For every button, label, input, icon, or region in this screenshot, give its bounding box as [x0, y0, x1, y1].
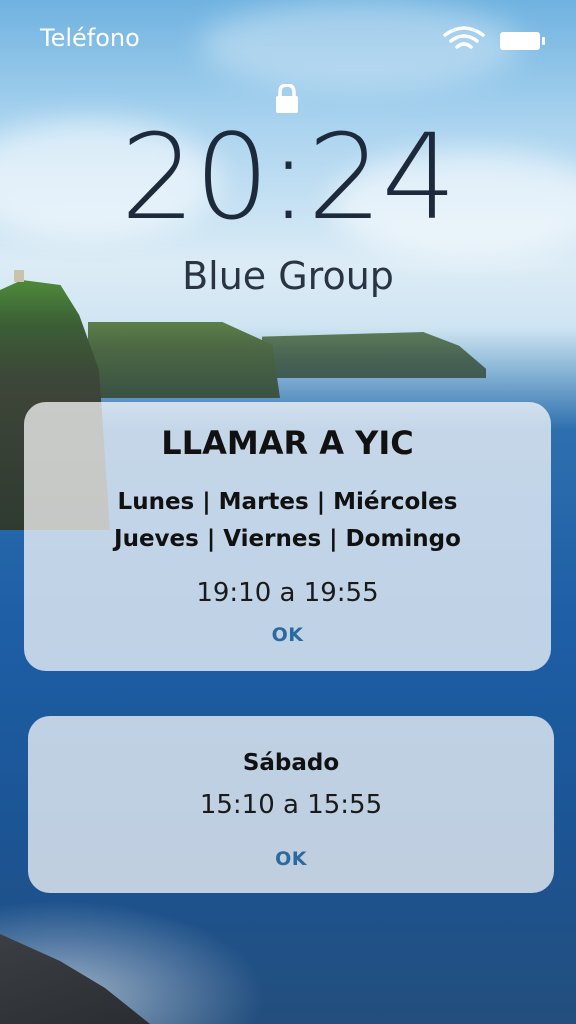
owner-name: Blue Group	[182, 254, 394, 298]
wifi-icon	[442, 26, 486, 56]
ok-button[interactable]: OK	[275, 848, 307, 870]
notification-days-line: Lunes | Martes | Miércoles	[117, 489, 458, 515]
lock-clock: 20:24	[120, 108, 456, 246]
notification-title: Sábado	[242, 750, 340, 776]
notification-card-saturday[interactable]: Sábado 15:10 a 15:55 OK	[28, 716, 554, 893]
notification-days-line: Jueves | Viernes | Domingo	[114, 526, 461, 552]
notification-time: 15:10 a 15:55	[199, 790, 383, 820]
notification-card-weekday[interactable]: LLAMAR A YIC Lunes | Martes | Miércoles …	[24, 402, 551, 671]
lock-screen: Teléfono 20:24 Blue Group LLAMAR A YIC L…	[0, 0, 576, 1024]
notification-title: LLAMAR A YIC	[161, 424, 414, 462]
notification-days: Lunes | Martes | Miércoles Jueves | Vier…	[24, 484, 551, 558]
status-icons	[442, 26, 545, 56]
ok-button[interactable]: OK	[272, 624, 304, 646]
background-cliff	[262, 332, 486, 378]
battery-icon	[500, 32, 545, 50]
background-cliff	[88, 322, 280, 398]
status-carrier: Teléfono	[40, 24, 140, 52]
notification-time: 19:10 a 19:55	[196, 578, 379, 608]
